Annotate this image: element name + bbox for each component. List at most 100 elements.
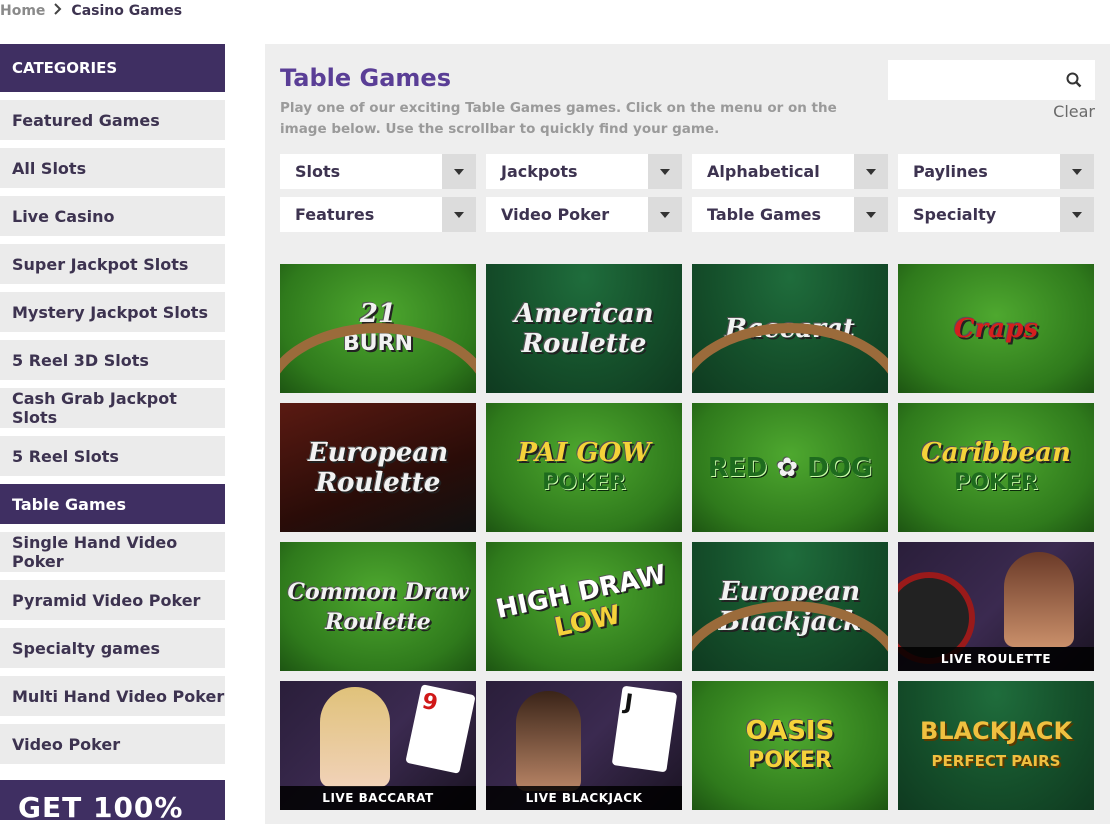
game-title-line2: Roulette (315, 467, 441, 498)
live-label: LIVE ROULETTE (898, 647, 1094, 671)
categories-header: CATEGORIES (0, 44, 225, 92)
game-tile-european-blackjack[interactable]: European Blackjack (692, 542, 888, 671)
games-grid: 21 BURN American Roulette Baccarat Craps E… (280, 264, 1094, 810)
game-tile-blackjack-perfect-pairs[interactable]: BLACKJACK PERFECT PAIRS (898, 681, 1094, 810)
filter-table-games[interactable]: Table Games (692, 197, 888, 232)
sidebar-item-cash-grab-jackpot-slots[interactable]: Cash Grab Jackpot Slots (0, 388, 225, 428)
dealer-image (320, 687, 390, 787)
game-title: HIGH DRAW LOW (487, 558, 680, 655)
sidebar-item-mystery-jackpot-slots[interactable]: Mystery Jackpot Slots (0, 292, 225, 332)
paw-icon: ✿ (776, 452, 799, 483)
caret-down-icon (854, 154, 888, 189)
game-title: BLACKJACK PERFECT PAIRS (914, 716, 1078, 776)
caret-down-icon (854, 197, 888, 232)
game-title-line2: POKER (748, 747, 832, 773)
game-title-line2: PERFECT PAIRS (931, 751, 1061, 770)
table-rim (280, 323, 476, 393)
game-tile-live-roulette[interactable]: LIVE ROULETTE (898, 542, 1094, 671)
live-label: LIVE BLACKJACK (486, 786, 682, 810)
game-title-line1: BLACKJACK (919, 716, 1073, 745)
game-title: Craps (953, 313, 1039, 344)
filter-jackpots[interactable]: Jackpots (486, 154, 682, 189)
sidebar-item-table-games[interactable]: Table Games (0, 484, 225, 524)
game-tile-oasis-poker[interactable]: OASIS POKER (692, 681, 888, 810)
breadcrumb-home-link[interactable]: Home (0, 3, 45, 19)
game-tile-high-draw-low[interactable]: HIGH DRAW LOW (486, 542, 682, 671)
filter-label: Slots (295, 162, 341, 181)
game-title-line2: POKER (542, 469, 626, 495)
sidebar-item-5-reel-slots[interactable]: 5 Reel Slots (0, 436, 225, 476)
game-tile-caribbean-poker[interactable]: Caribbean POKER (898, 403, 1094, 532)
caret-down-icon (1060, 197, 1094, 232)
filter-slots[interactable]: Slots (280, 154, 476, 189)
playing-cards-image: 9 (405, 684, 476, 774)
game-tile-european-roulette[interactable]: European Roulette (280, 403, 476, 532)
caret-down-icon (442, 197, 476, 232)
game-tile-pai-gow-poker[interactable]: PAI GOW POKER (486, 403, 682, 532)
caret-down-icon (442, 154, 476, 189)
category-sidebar: CATEGORIES Featured Games All Slots Live… (0, 44, 225, 772)
filter-label: Alphabetical (707, 162, 820, 181)
game-title-line1: European (307, 437, 449, 468)
game-title-line2: Roulette (521, 328, 647, 359)
game-tile-craps[interactable]: Craps (898, 264, 1094, 393)
caret-down-icon (1060, 154, 1094, 189)
game-title-line2: Roulette (325, 608, 431, 635)
playing-cards-image: J (611, 685, 678, 773)
sidebar-item-live-casino[interactable]: Live Casino (0, 196, 225, 236)
game-tile-common-draw-roulette[interactable]: Common Draw Roulette (280, 542, 476, 671)
sidebar-item-multi-hand-video-poker[interactable]: Multi Hand Video Poker (0, 676, 225, 716)
filter-bar: Slots Jackpots Alphabetical Paylines Fea… (280, 154, 1095, 232)
game-tile-live-baccarat[interactable]: 9 LIVE BACCARAT (280, 681, 476, 810)
breadcrumb-current: Casino Games (71, 3, 183, 19)
game-title-line2: POKER (954, 469, 1038, 495)
game-title: American Roulette (508, 299, 659, 359)
dealer-image (1004, 552, 1074, 647)
game-title: OASIS POKER (740, 716, 841, 776)
filter-label: Jackpots (501, 162, 578, 181)
game-title: RED ✿ DOG (702, 453, 878, 483)
live-label: LIVE BACCARAT (280, 786, 476, 810)
filter-label: Features (295, 205, 375, 224)
game-tile-21-burn[interactable]: 21 BURN (280, 264, 476, 393)
filter-paylines[interactable]: Paylines (898, 154, 1094, 189)
sidebar-item-5-reel-3d-slots[interactable]: 5 Reel 3D Slots (0, 340, 225, 380)
sidebar-item-video-poker[interactable]: Video Poker (0, 724, 225, 764)
game-title: European Roulette (302, 438, 454, 498)
chevron-right-icon (54, 3, 62, 19)
filter-label: Table Games (707, 205, 821, 224)
filter-features[interactable]: Features (280, 197, 476, 232)
sidebar-item-featured-games[interactable]: Featured Games (0, 100, 225, 140)
filter-specialty[interactable]: Specialty (898, 197, 1094, 232)
filter-video-poker[interactable]: Video Poker (486, 197, 682, 232)
search-input[interactable] (888, 60, 1095, 100)
game-tile-baccarat[interactable]: Baccarat (692, 264, 888, 393)
filter-label: Specialty (913, 205, 997, 224)
sidebar-item-single-hand-video-poker[interactable]: Single Hand Video Poker (0, 532, 225, 572)
game-title: Caribbean POKER (915, 438, 1077, 498)
game-title: Common Draw Roulette (282, 577, 475, 637)
sidebar-item-pyramid-video-poker[interactable]: Pyramid Video Poker (0, 580, 225, 620)
game-title-line1: Caribbean (921, 437, 1071, 468)
game-tile-american-roulette[interactable]: American Roulette (486, 264, 682, 393)
promo-banner[interactable]: GET 100% (0, 780, 225, 820)
game-tile-live-blackjack[interactable]: J LIVE BLACKJACK (486, 681, 682, 810)
game-title-line1: PAI GOW (517, 437, 651, 468)
sidebar-item-specialty-games[interactable]: Specialty games (0, 628, 225, 668)
page-description: Play one of our exciting Table Games gam… (280, 100, 837, 137)
game-title-line2: DOG (807, 452, 873, 483)
sidebar-item-super-jackpot-slots[interactable]: Super Jackpot Slots (0, 244, 225, 284)
filter-label: Paylines (913, 162, 988, 181)
filter-label: Video Poker (501, 205, 610, 224)
clear-button[interactable]: Clear (1053, 102, 1095, 121)
caret-down-icon (648, 154, 682, 189)
dealer-image (516, 691, 581, 791)
game-title: PAI GOW POKER (511, 438, 656, 498)
sidebar-item-all-slots[interactable]: All Slots (0, 148, 225, 188)
filter-alphabetical[interactable]: Alphabetical (692, 154, 888, 189)
game-tile-red-dog[interactable]: RED ✿ DOG (692, 403, 888, 532)
game-title-line1: American (514, 298, 654, 329)
page-title: Table Games (280, 64, 451, 92)
search-icon[interactable] (1065, 71, 1083, 89)
caret-down-icon (648, 197, 682, 232)
